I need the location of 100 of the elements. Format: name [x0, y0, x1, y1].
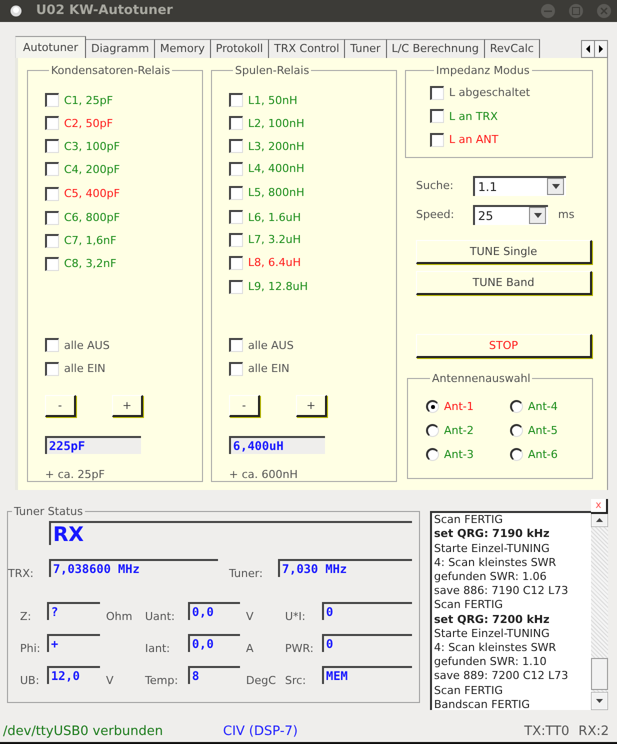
tab[interactable]: RevCalc [484, 38, 540, 58]
reading-field: 0,0 [188, 634, 240, 652]
radio-label: Ant-3 [444, 448, 474, 462]
checkbox-label: L7, 3.2uH [248, 233, 301, 246]
scrollbar-thumb[interactable] [591, 658, 608, 690]
checkbox-label: C5, 400pF [64, 187, 120, 200]
reading-label: Iant: [145, 642, 171, 656]
checkbox[interactable] [229, 256, 243, 270]
mode-field: RX [49, 521, 412, 546]
checkbox-label: L5, 800nH [248, 186, 304, 200]
app-icon [10, 4, 22, 17]
radio-button[interactable] [426, 400, 439, 414]
checkbox[interactable] [229, 362, 243, 376]
radio-label: Ant-5 [528, 424, 558, 438]
radio-label: Ant-6 [528, 448, 558, 462]
checkbox-label: L an TRX [449, 110, 498, 123]
search-label: Suche: [416, 179, 454, 192]
checkbox[interactable] [229, 116, 243, 130]
reading-label: Temp: [145, 674, 180, 688]
radio-button[interactable] [426, 448, 439, 462]
checkbox[interactable] [45, 362, 59, 376]
checkbox-label: L9, 12.8uH [248, 280, 308, 294]
group-title: Antennenauswahl [431, 372, 532, 385]
checkbox-label: C3, 100pF [64, 140, 120, 153]
checkbox[interactable] [229, 280, 243, 294]
reading-label: Z: [20, 610, 32, 624]
tab[interactable]: Protokoll [210, 38, 270, 58]
checkbox[interactable] [45, 139, 59, 154]
tune-button[interactable]: TUNE Single [416, 240, 592, 264]
tab[interactable]: TRX Control [269, 38, 346, 58]
checkbox[interactable] [229, 162, 243, 176]
checkbox[interactable] [45, 234, 59, 248]
checkbox[interactable] [45, 116, 59, 130]
reading-field: 0,0 [188, 602, 240, 620]
radio-button[interactable] [510, 424, 523, 438]
log-line: Starte Einzel-TUNING [434, 542, 551, 556]
decrement-button[interactable]: - [229, 395, 260, 418]
scrollbar[interactable] [591, 511, 608, 710]
log-line: Bandscan FERTIG [434, 698, 531, 710]
checkbox-label: L abgeschaltet [449, 86, 530, 100]
stop-button[interactable]: STOP [416, 334, 592, 358]
increment-button[interactable]: + [112, 395, 143, 418]
checkbox[interactable] [229, 93, 243, 108]
tab[interactable]: Memory [155, 38, 211, 58]
radio-button[interactable] [510, 448, 523, 462]
unit-label: V [106, 674, 115, 688]
log-line: save 886: 7190 C12 L73 [434, 584, 570, 598]
reading-label: U*I: [285, 610, 307, 624]
search-dropdown[interactable]: 1.1 [473, 176, 566, 196]
checkbox-label: C7, 1,6nF [64, 234, 116, 248]
tab[interactable]: L/C Berechnung [386, 38, 485, 58]
scroll-up-icon[interactable] [591, 513, 608, 528]
connection-status: /dev/ttyUSB0 verbunden [3, 724, 164, 739]
checkbox-label: L3, 200nH [248, 140, 304, 153]
checkbox-label: L1, 50nH [248, 94, 298, 107]
checkbox[interactable] [229, 232, 243, 247]
checkbox[interactable] [229, 210, 243, 224]
tab[interactable]: Diagramm [86, 38, 156, 58]
checkbox[interactable] [229, 186, 243, 200]
scroll-down-icon[interactable] [591, 692, 608, 710]
checkbox[interactable] [45, 338, 59, 352]
checkbox[interactable] [45, 210, 59, 225]
checkbox[interactable] [45, 93, 59, 108]
tune-button[interactable]: TUNE Band [416, 270, 592, 295]
checkbox[interactable] [430, 86, 444, 100]
tab[interactable]: Autotuner [15, 36, 86, 58]
checkbox[interactable] [229, 338, 243, 352]
checkbox-label: L6, 1.6uH [248, 210, 301, 224]
tuner-frequency-field: 7,030 MHz [278, 559, 412, 578]
approx-note: + ca. 600nH [229, 468, 299, 481]
value-field: 6,400uH [229, 436, 325, 454]
tab[interactable]: Tuner [345, 38, 387, 58]
trx-label: TRX: [8, 567, 35, 580]
unit-label: DegC [246, 674, 277, 688]
radio-button[interactable] [510, 400, 523, 414]
group-title: Impedanz Modus [435, 64, 531, 77]
checkbox[interactable] [430, 109, 444, 124]
speed-label: Speed: [416, 208, 456, 222]
increment-button[interactable]: + [296, 395, 327, 418]
trx-frequency-field: 7,038600 MHz [49, 559, 218, 578]
checkbox[interactable] [229, 139, 243, 154]
decrement-button[interactable]: - [45, 395, 76, 418]
unit-label: V [246, 610, 255, 624]
checkbox[interactable] [45, 186, 59, 201]
log-line: Scan FERTIG [434, 513, 504, 528]
radio-button[interactable] [426, 424, 439, 438]
tuner-label: Tuner: [229, 567, 264, 580]
reading-label: Phi: [20, 642, 42, 656]
window-title: U02 KW-Autotuner [36, 3, 174, 18]
checkbox[interactable] [430, 132, 444, 147]
radio-label: Ant-4 [528, 400, 558, 414]
speed-dropdown[interactable]: 25 [473, 204, 548, 225]
reading-field: MEM [322, 666, 412, 684]
tx-status: TX:TT0 [524, 724, 570, 739]
checkbox[interactable] [45, 162, 59, 176]
checkbox[interactable] [45, 256, 59, 271]
unit-label: ms [558, 208, 574, 222]
caret-icon [552, 184, 560, 190]
checkbox-label: alle AUS [64, 338, 110, 352]
checkbox-label: C4, 200pF [64, 162, 120, 176]
